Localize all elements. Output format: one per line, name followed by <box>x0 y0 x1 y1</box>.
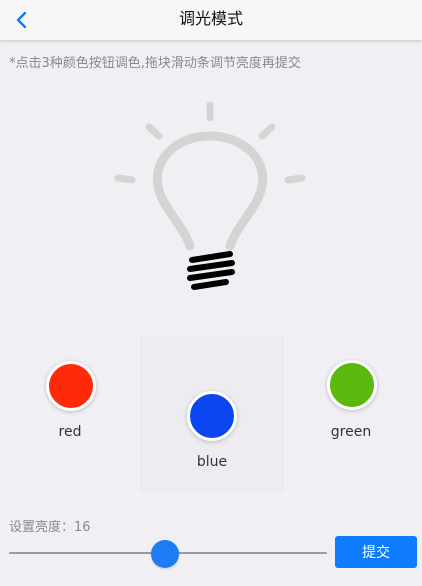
blue-color-button[interactable] <box>187 391 237 441</box>
red-color-label: red <box>58 424 82 440</box>
submit-button[interactable]: 提交 <box>335 536 417 568</box>
lightbulb-icon <box>114 101 306 290</box>
color-cell-blue: blue <box>141 336 283 491</box>
instruction-text: *点击3种颜色按钮调色,拖块滑动条调节亮度再提交 <box>9 56 301 71</box>
brightness-slider-thumb[interactable] <box>150 540 179 568</box>
green-color-button[interactable] <box>327 360 377 410</box>
page-title: 调光模式 <box>178 9 243 28</box>
green-color-label: green <box>330 424 372 440</box>
blue-color-label: blue <box>196 454 228 470</box>
color-cell-green: green <box>283 336 422 491</box>
color-selector: red blue green <box>0 336 422 491</box>
color-cell-red: red <box>0 336 140 491</box>
red-color-button[interactable] <box>46 361 96 411</box>
brightness-label: 设置亮度：16 <box>9 520 91 535</box>
navigation-bar: 调光模式 <box>0 0 422 40</box>
